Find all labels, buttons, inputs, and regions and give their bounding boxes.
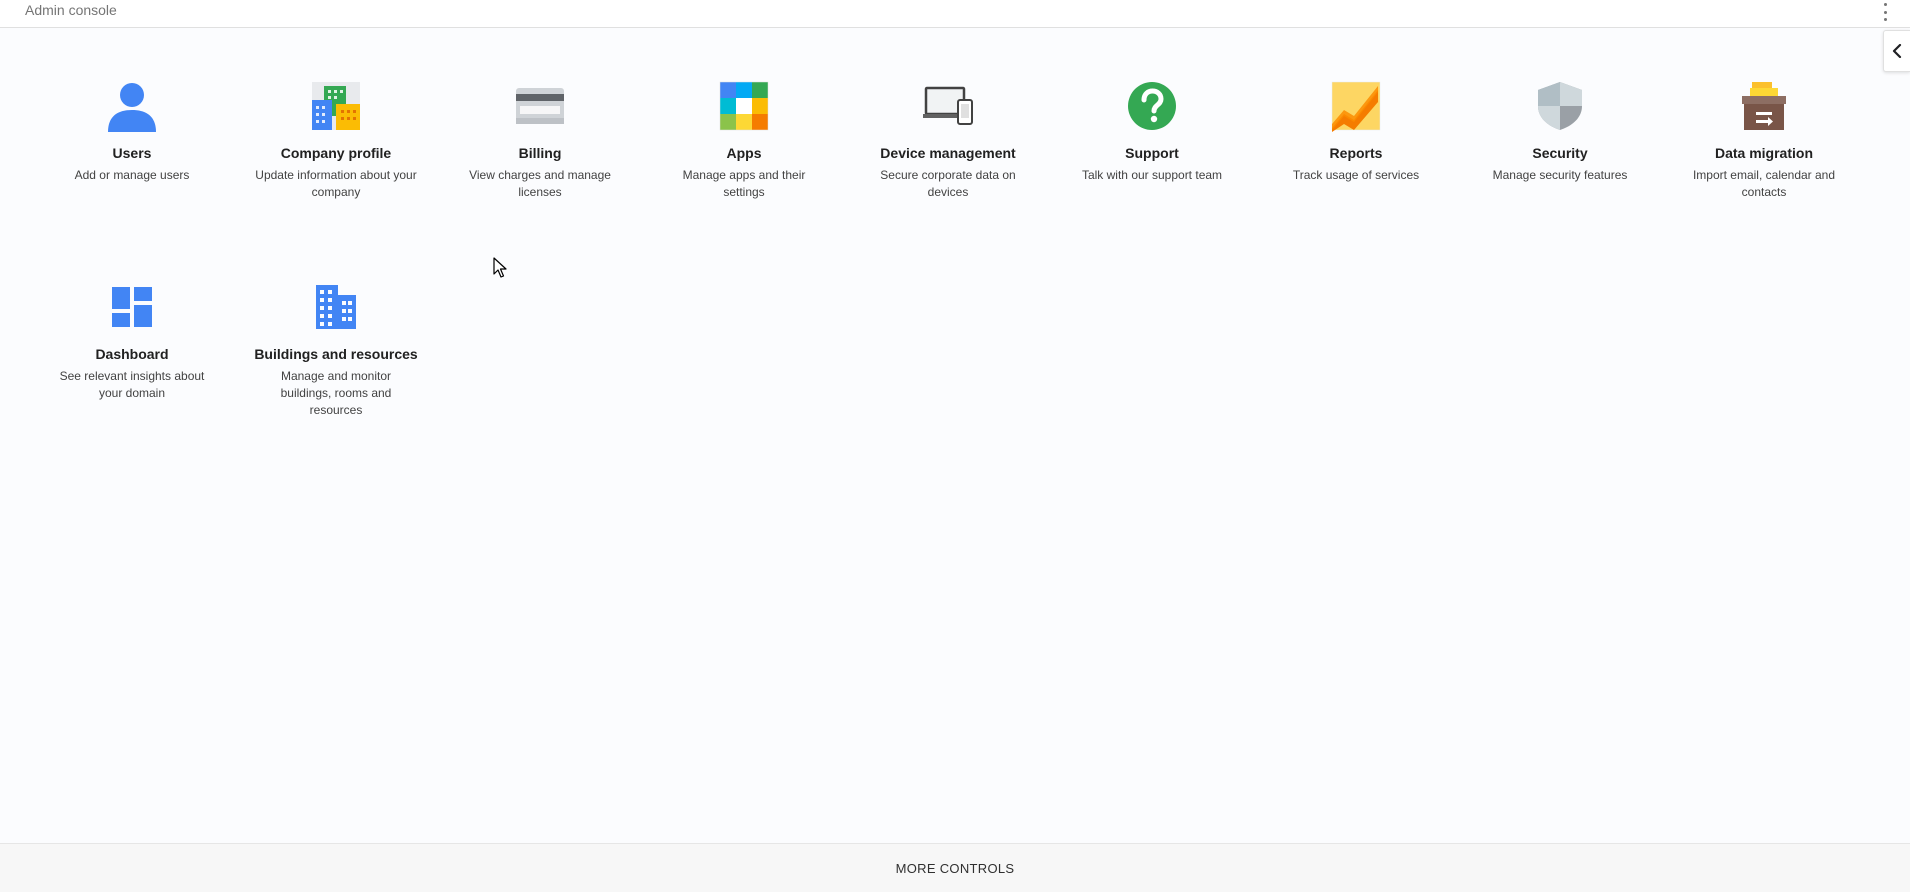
card-description: See relevant insights about your domain xyxy=(59,369,205,400)
card-title: Dashboard xyxy=(95,346,169,362)
dashboard-icon xyxy=(112,287,152,327)
apps-grid-icon xyxy=(719,81,769,131)
top-bar: Admin console xyxy=(0,0,1910,28)
mouse-cursor-icon xyxy=(493,257,507,278)
app-title: Admin console xyxy=(25,2,117,18)
card-device-management[interactable]: Device management Secure corporate data … xyxy=(846,80,1050,201)
card-users[interactable]: Users Add or manage users xyxy=(30,80,234,184)
chevron-left-icon xyxy=(1892,44,1902,58)
more-controls-label: MORE CONTROLS xyxy=(895,860,1015,876)
reports-chart-icon xyxy=(1331,81,1381,132)
more-vert-icon[interactable] xyxy=(1880,2,1890,22)
card-description: Manage apps and their settings xyxy=(682,168,806,199)
card-description: Manage security features xyxy=(1492,168,1628,182)
devices-icon xyxy=(923,86,973,125)
card-description: Manage and monitor buildings, rooms and … xyxy=(280,369,392,417)
card-description: Talk with our support team xyxy=(1081,168,1223,182)
card-description: Track usage of services xyxy=(1292,168,1420,182)
card-data-migration[interactable]: Data migration Import email, calendar an… xyxy=(1662,80,1866,201)
card-title: Apps xyxy=(726,145,762,161)
collapse-panel-button[interactable] xyxy=(1883,30,1910,72)
card-reports[interactable]: Reports Track usage of services xyxy=(1254,80,1458,184)
card-title: Device management xyxy=(880,145,1016,161)
card-title: Billing xyxy=(518,145,562,161)
card-company-profile[interactable]: Company profile Update information about… xyxy=(234,80,438,201)
building-icon xyxy=(316,285,356,329)
card-dashboard[interactable]: Dashboard See relevant insights about yo… xyxy=(30,281,234,402)
card-description: View charges and manage licenses xyxy=(469,168,611,199)
user-icon xyxy=(108,83,156,132)
card-title: Users xyxy=(112,145,152,161)
help-icon xyxy=(1128,82,1176,130)
credit-card-icon xyxy=(516,88,564,124)
card-title: Security xyxy=(1532,145,1588,161)
card-buildings-and-resources[interactable]: Buildings and resources Manage and monit… xyxy=(234,281,438,419)
card-support[interactable]: Support Talk with our support team xyxy=(1050,80,1254,184)
card-title: Data migration xyxy=(1714,145,1813,161)
card-description: Import email, calendar and contacts xyxy=(1692,168,1836,199)
card-security[interactable]: Security Manage security features xyxy=(1458,80,1662,184)
archive-box-icon xyxy=(1742,82,1786,130)
card-description: Update information about your company xyxy=(255,168,417,199)
company-profile-icon xyxy=(312,82,360,130)
card-billing[interactable]: Billing View charges and manage licenses xyxy=(438,80,642,201)
card-description: Secure corporate data on devices xyxy=(880,168,1016,199)
card-description: Add or manage users xyxy=(74,168,190,182)
card-apps[interactable]: Apps Manage apps and their settings xyxy=(642,80,846,201)
card-title: Support xyxy=(1125,145,1179,161)
card-title: Company profile xyxy=(280,145,392,161)
card-title: Buildings and resources xyxy=(254,346,418,362)
more-controls-button[interactable]: MORE CONTROLS xyxy=(0,843,1910,892)
card-title: Reports xyxy=(1329,145,1383,161)
shield-icon xyxy=(1538,82,1582,130)
